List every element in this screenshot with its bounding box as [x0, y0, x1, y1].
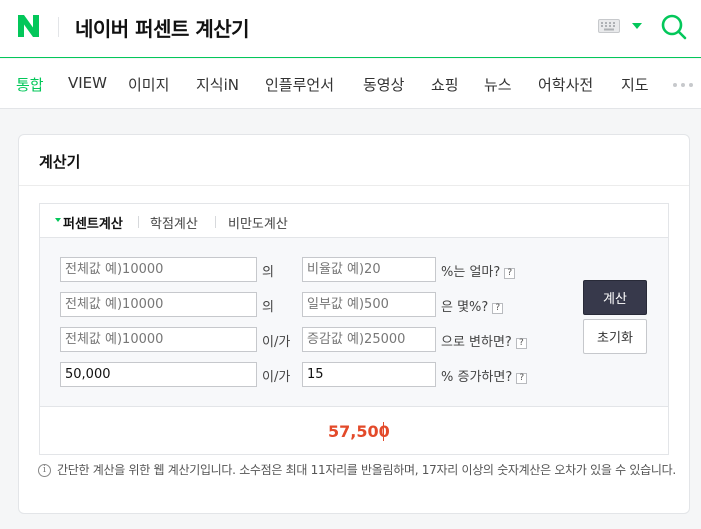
part-value-input[interactable] — [302, 292, 436, 317]
text-cursor — [383, 422, 384, 441]
changed-value-input[interactable] — [302, 327, 436, 352]
total-value-input-3[interactable] — [60, 327, 257, 352]
suffix-label-3: 으로 변하면? — [441, 335, 512, 350]
tab-video[interactable]: 동영상 — [363, 74, 404, 95]
keyboard-icon[interactable] — [598, 19, 620, 33]
connector-label-3: 이/가 — [262, 335, 291, 350]
more-tabs-icon[interactable] — [673, 83, 693, 87]
naver-logo[interactable] — [16, 13, 41, 39]
tab-integrated[interactable]: 통합 — [16, 74, 44, 95]
help-icon[interactable]: ? — [515, 338, 527, 349]
question-row-1: %는 얼마?? — [441, 261, 516, 280]
search-header: 네이버 퍼센트 계산기 — [0, 0, 701, 58]
help-icon[interactable]: ? — [504, 268, 516, 279]
tab-knowledge-in[interactable]: 지식iN — [196, 74, 239, 95]
calculator-card: 계산기 퍼센트계산 학점계산 비만도계산 의 %는 얼마?? 의 은 몇%?? … — [18, 134, 690, 514]
tab-dictionary[interactable]: 어학사전 — [538, 74, 593, 95]
calculate-button[interactable]: 계산 — [583, 280, 647, 315]
connector-label-1: 의 — [262, 265, 274, 280]
tab-map[interactable]: 지도 — [621, 74, 649, 95]
suffix-label-1: %는 얼마? — [441, 265, 501, 280]
percent-calculator: 퍼센트계산 학점계산 비만도계산 의 %는 얼마?? 의 은 몇%?? 이/가 … — [39, 203, 669, 455]
subtab-bmi[interactable]: 비만도계산 — [228, 213, 288, 232]
tab-influencer[interactable]: 인플루언서 — [265, 74, 334, 95]
subtab-divider — [215, 216, 216, 228]
reset-button[interactable]: 초기화 — [583, 319, 647, 354]
header-divider — [58, 17, 59, 37]
total-value-input-4[interactable] — [60, 362, 257, 387]
selected-caret-icon — [55, 218, 61, 222]
suffix-label-4: % 증가하면? — [441, 370, 513, 385]
search-tabs: 통합 VIEW 이미지 지식iN 인플루언서 동영상 쇼핑 뉴스 어학사전 지도 — [0, 59, 701, 109]
result-area: 57,500 — [40, 408, 668, 454]
connector-label-4: 이/가 — [262, 370, 291, 385]
help-icon[interactable]: ? — [516, 373, 528, 384]
tab-view[interactable]: VIEW — [68, 74, 107, 92]
total-value-input-1[interactable] — [60, 257, 257, 282]
tab-news[interactable]: 뉴스 — [484, 74, 512, 95]
subtab-percent[interactable]: 퍼센트계산 — [63, 213, 123, 232]
total-value-input-2[interactable] — [60, 292, 257, 317]
card-title: 계산기 — [39, 153, 81, 171]
tab-shopping[interactable]: 쇼핑 — [431, 74, 459, 95]
calculator-subtabs: 퍼센트계산 학점계산 비만도계산 — [40, 204, 668, 238]
subtab-divider — [138, 216, 139, 228]
card-divider — [19, 185, 689, 186]
ratio-value-input[interactable] — [302, 257, 436, 282]
question-row-3: 으로 변하면?? — [441, 331, 527, 350]
search-icon[interactable] — [660, 13, 688, 41]
help-icon[interactable]: ? — [492, 303, 504, 314]
result-value: 57,500 — [328, 422, 390, 441]
calculator-notice: 간단한 계산을 위한 웹 계산기입니다. 소수점은 최대 11자리를 반올림하며… — [57, 463, 676, 477]
suffix-label-2: 은 몇%? — [441, 300, 489, 315]
tab-images[interactable]: 이미지 — [128, 74, 169, 95]
calculator-form: 의 %는 얼마?? 의 은 몇%?? 이/가 으로 변하면?? 이/가 % 증가… — [40, 238, 668, 407]
increase-percent-input[interactable] — [302, 362, 436, 387]
connector-label-2: 의 — [262, 300, 274, 315]
question-row-4: % 증가하면?? — [441, 366, 528, 385]
keyboard-dropdown-caret-icon[interactable] — [632, 23, 642, 29]
search-query[interactable]: 네이버 퍼센트 계산기 — [75, 13, 250, 42]
subtab-grade[interactable]: 학점계산 — [150, 213, 198, 232]
question-row-2: 은 몇%?? — [441, 296, 504, 315]
info-icon: i — [38, 464, 51, 477]
